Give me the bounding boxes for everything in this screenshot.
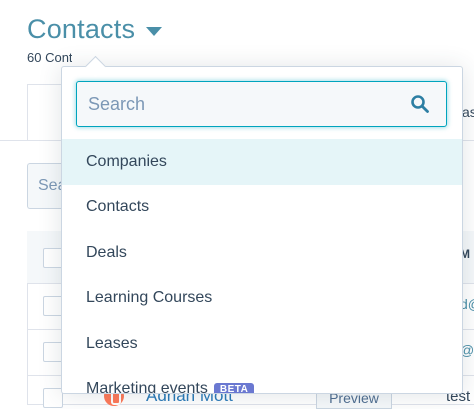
- object-menu: Companies Contacts Deals Learning Course…: [62, 139, 462, 394]
- menu-item-deals[interactable]: Deals: [62, 230, 462, 276]
- row-checkbox[interactable]: [43, 342, 63, 362]
- dropdown-search-input[interactable]: [77, 82, 397, 126]
- select-all-checkbox[interactable]: [43, 248, 63, 268]
- menu-item-marketing-events[interactable]: Marketing events BETA: [62, 367, 462, 394]
- view-tab-right-label: as: [462, 104, 474, 120]
- beta-badge: BETA: [213, 382, 255, 393]
- search-icon[interactable]: [410, 94, 430, 114]
- view-tab[interactable]: [27, 84, 65, 141]
- menu-item-companies[interactable]: Companies: [62, 139, 462, 185]
- menu-item-label: Leases: [86, 334, 138, 352]
- page-title[interactable]: Contacts: [27, 14, 135, 45]
- row-checkbox[interactable]: [43, 388, 63, 408]
- dropdown-search-box[interactable]: [76, 81, 447, 127]
- menu-item-learning-courses[interactable]: Learning Courses: [62, 276, 462, 322]
- menu-item-leases[interactable]: Leases: [62, 321, 462, 367]
- object-switcher[interactable]: Contacts: [27, 14, 163, 45]
- menu-item-label: Contacts: [86, 198, 150, 216]
- row-checkbox[interactable]: [43, 296, 63, 316]
- object-switcher-dropdown: Companies Contacts Deals Learning Course…: [61, 66, 463, 394]
- record-count: 60 Contacts: [27, 50, 72, 65]
- menu-item-label: Marketing events: [86, 380, 208, 394]
- menu-item-label: Deals: [86, 243, 127, 261]
- menu-item-contacts[interactable]: Contacts: [62, 185, 462, 231]
- menu-item-label: Learning Courses: [86, 289, 213, 307]
- table-search-input[interactable]: Sea: [27, 163, 66, 209]
- caret-down-icon[interactable]: [146, 26, 163, 36]
- menu-item-label: Companies: [86, 152, 167, 170]
